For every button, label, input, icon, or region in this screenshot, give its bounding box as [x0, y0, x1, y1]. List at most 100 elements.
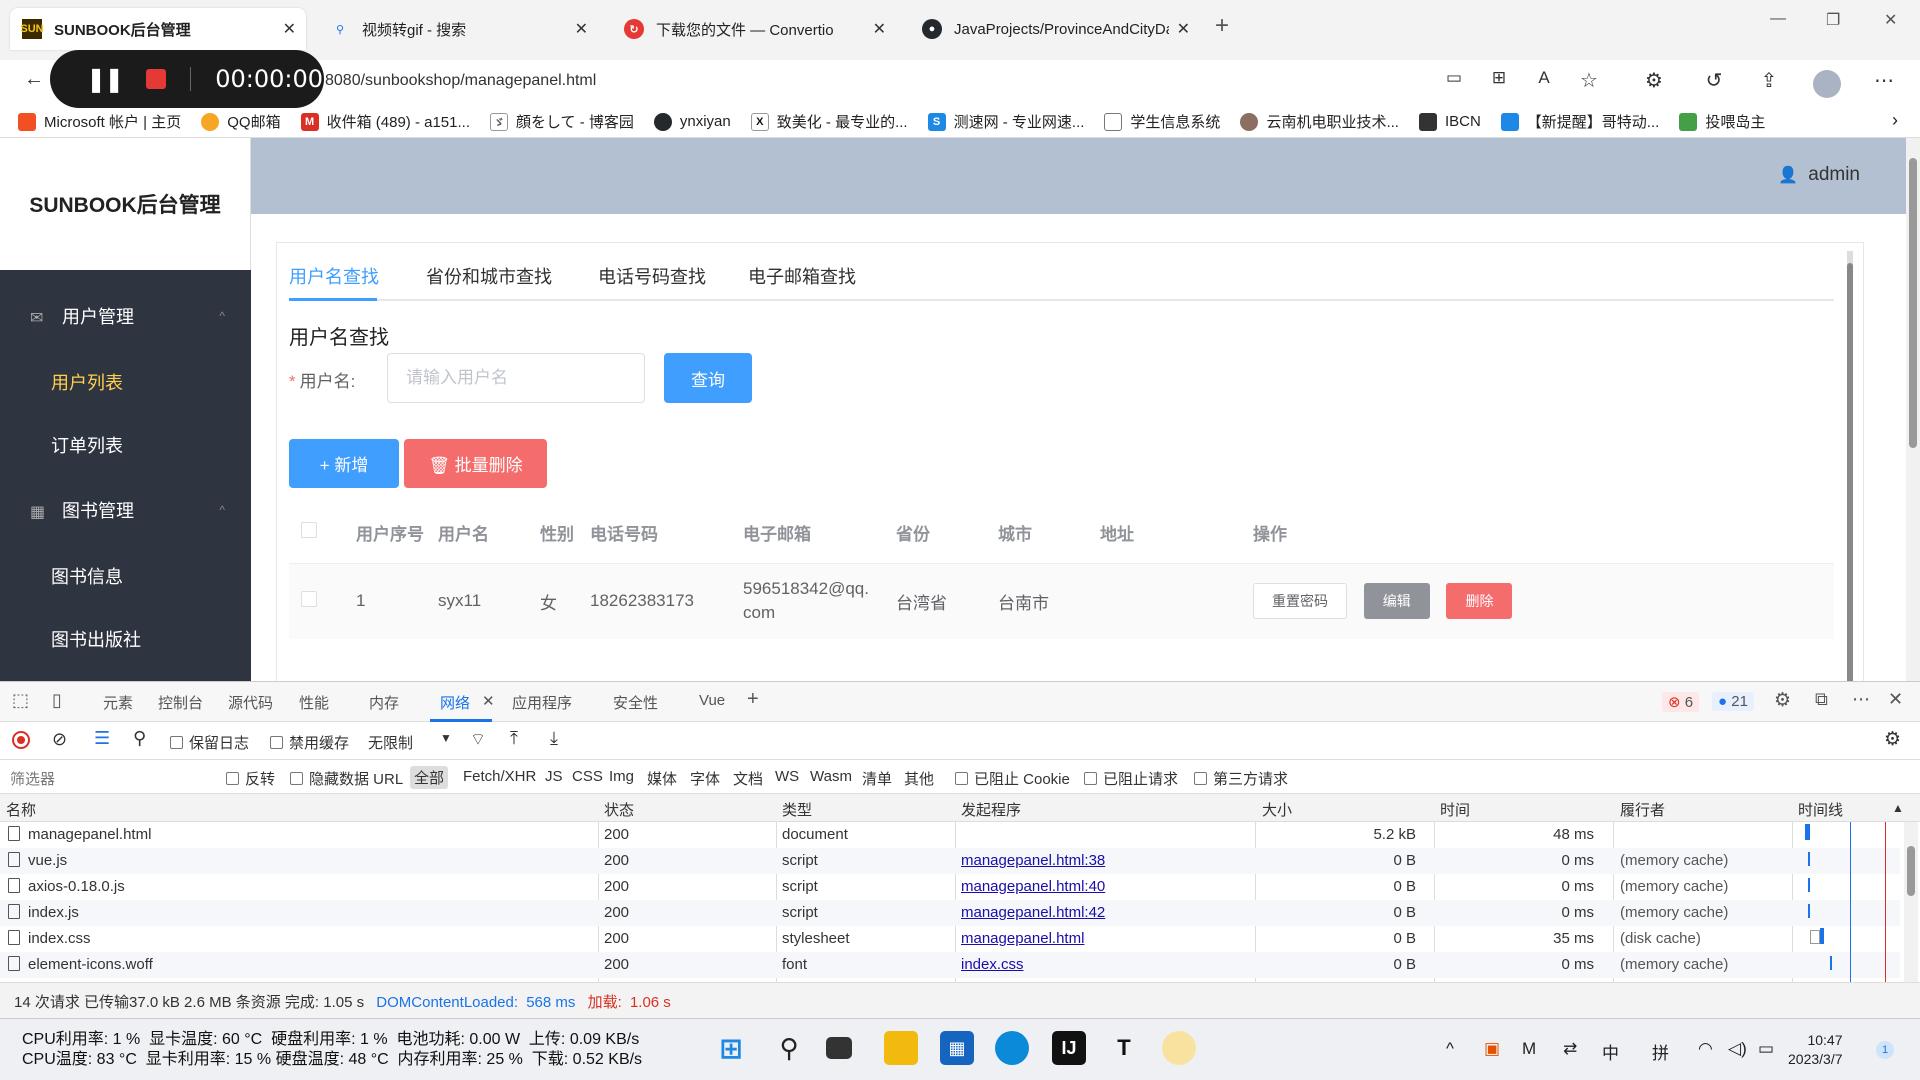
preserve-log-checkbox[interactable]: 保留日志 — [170, 732, 249, 753]
qr-code-icon[interactable]: ⊞ — [1485, 68, 1513, 88]
extensions-icon[interactable]: ⚙ — [1640, 68, 1668, 93]
window-close-icon[interactable]: ✕ — [1884, 10, 1897, 30]
bookmark-item[interactable]: QQ邮箱 — [201, 111, 281, 132]
chevron-down-icon[interactable]: ▼ — [440, 731, 452, 745]
search-icon[interactable]: ⚲ — [133, 728, 146, 749]
request-row[interactable]: vue.js 200 script managepanel.html:38 0 … — [0, 848, 1900, 874]
close-icon[interactable]: ✕ — [283, 19, 296, 39]
menu-item-publisher[interactable]: 图书出版社 — [0, 609, 251, 669]
pause-icon[interactable]: ❚❚ — [86, 65, 124, 94]
device-toggle-icon[interactable]: ▯ — [52, 690, 62, 711]
filter-type-all[interactable]: 全部 — [410, 766, 449, 789]
tray-app-icon[interactable]: ▣ — [1484, 1039, 1500, 1059]
scrollbar-thumb[interactable] — [1847, 263, 1853, 681]
tab-username-search[interactable]: 用户名查找 — [289, 263, 379, 289]
menu-item-order-list[interactable]: 订单列表 — [0, 415, 251, 475]
close-icon[interactable]: ✕ — [482, 692, 495, 710]
scrollbar-thumb[interactable] — [1907, 846, 1915, 896]
filter-type-font[interactable]: 字体 — [690, 768, 720, 789]
request-initiator[interactable]: index.css — [961, 956, 1024, 973]
tab-performance[interactable]: 性能 — [299, 692, 329, 713]
tab-network[interactable]: 网络 — [440, 692, 470, 713]
tab-province-city-search[interactable]: 省份和城市查找 — [426, 263, 552, 289]
close-icon[interactable]: ✕ — [575, 19, 588, 39]
volume-icon[interactable]: ◁) — [1728, 1039, 1747, 1059]
tab-console[interactable]: 控制台 — [158, 692, 203, 713]
user-menu[interactable]: 👤 admin — [1778, 164, 1860, 186]
row-checkbox[interactable] — [301, 590, 317, 607]
stop-recording-icon[interactable] — [146, 69, 167, 89]
network-conditions-icon[interactable]: ⌔ — [470, 729, 486, 750]
notification-icon[interactable]: 1 — [1876, 1041, 1894, 1059]
filter-type-img[interactable]: Img — [609, 768, 634, 785]
bookmark-item[interactable]: IBCN — [1418, 112, 1481, 131]
read-aloud-icon[interactable]: A — [1530, 68, 1558, 88]
request-initiator[interactable]: managepanel.html:38 — [961, 852, 1105, 869]
request-row[interactable]: element-icons.woff 200 font index.css 0 … — [0, 952, 1900, 978]
blocked-requests-checkbox[interactable]: 已阻止请求 — [1084, 768, 1178, 789]
third-party-checkbox[interactable]: 第三方请求 — [1194, 768, 1288, 789]
bookmark-item[interactable]: 学生信息系统 — [1104, 111, 1220, 132]
throttle-select[interactable]: 无限制 — [368, 732, 413, 753]
bookmark-item[interactable]: 云南机电职业技术... — [1240, 111, 1399, 132]
filter-type-ws[interactable]: WS — [775, 768, 799, 785]
bookmark-item[interactable]: 投喂岛主 — [1679, 111, 1765, 132]
request-initiator[interactable]: managepanel.html:42 — [961, 904, 1105, 921]
close-devtools-icon[interactable]: ✕ — [1888, 689, 1903, 710]
windows-start-icon[interactable]: ⊞ — [714, 1031, 748, 1065]
network-settings-icon[interactable]: ⚙ — [1884, 728, 1901, 751]
ime-mode[interactable]: 拼 — [1652, 1039, 1669, 1064]
ime-language[interactable]: 中 — [1602, 1039, 1619, 1064]
bookmark-item[interactable]: ゞ顔をして - 博客园 — [489, 111, 634, 132]
settings-gear-icon[interactable]: ⚙ — [1774, 689, 1791, 712]
file-explorer-icon[interactable] — [884, 1031, 918, 1065]
menu-user-management[interactable]: ✉ 用户管理 ^ — [0, 286, 251, 346]
column-header[interactable]: 时间 — [1440, 799, 1470, 820]
tab-elements[interactable]: 元素 — [103, 692, 133, 713]
add-button[interactable]: + 新增 — [289, 439, 399, 488]
request-row[interactable]: axios-0.18.0.js 200 script managepanel.h… — [0, 874, 1900, 900]
bookmark-item[interactable]: ynxiyan — [653, 112, 731, 131]
column-header[interactable]: 状态 — [604, 799, 634, 820]
request-row[interactable]: managepanel.html 200 document 5.2 kB 48 … — [0, 822, 1900, 848]
filter-type-js[interactable]: JS — [545, 768, 563, 785]
bookmark-item[interactable]: S 测速网 - 专业网速... — [927, 111, 1084, 132]
dock-icon[interactable]: ⧉ — [1815, 689, 1828, 710]
request-initiator[interactable]: managepanel.html — [961, 930, 1084, 947]
share-icon[interactable]: ⇪ — [1755, 68, 1783, 93]
column-header[interactable]: 类型 — [782, 799, 812, 820]
upload-icon[interactable]: ⤒ — [510, 728, 518, 749]
column-header[interactable]: 履行者 — [1620, 799, 1665, 820]
column-header[interactable]: 名称 — [6, 799, 36, 820]
search-icon[interactable]: ⚲ — [772, 1031, 806, 1065]
filter-type-manifest[interactable]: 清单 — [862, 768, 892, 789]
new-tab-button[interactable]: + — [1215, 12, 1229, 40]
username-input[interactable] — [387, 353, 645, 403]
bookmark-item[interactable]: Microsoft 帐户 | 主页 — [18, 111, 181, 132]
chevron-right-icon[interactable]: › — [1892, 110, 1898, 131]
profile-avatar[interactable] — [1813, 70, 1841, 98]
edge-browser-icon[interactable] — [995, 1031, 1029, 1065]
filter-type-css[interactable]: CSS — [572, 768, 603, 785]
query-button[interactable]: 查询 — [664, 353, 752, 403]
filter-icon[interactable]: ☰ — [94, 728, 110, 749]
select-all-checkbox[interactable] — [301, 522, 317, 539]
inspect-icon[interactable]: ⬚ — [12, 690, 29, 711]
filter-type-media[interactable]: 媒体 — [647, 768, 677, 789]
messages-badge[interactable]: ● 21 — [1712, 692, 1754, 711]
browser-tab-sunbook[interactable]: SUN SUNBOOK后台管理 ✕ — [10, 8, 306, 50]
request-row[interactable]: index.css 200 stylesheet managepanel.htm… — [0, 926, 1900, 952]
hide-data-url-checkbox[interactable]: 隐藏数据 URL — [290, 768, 403, 789]
tab-email-search[interactable]: 电子邮箱查找 — [748, 263, 856, 289]
bookmark-item[interactable]: X 致美化 - 最专业的... — [750, 111, 908, 132]
download-icon[interactable]: ⤓ — [550, 728, 558, 749]
minimize-icon[interactable]: — — [1770, 10, 1786, 28]
more-menu-icon[interactable]: ⋯ — [1870, 68, 1898, 93]
chevron-up-icon[interactable]: ^ — [1446, 1039, 1454, 1059]
filter-type-xhr[interactable]: Fetch/XHR — [463, 768, 536, 785]
filter-type-wasm[interactable]: Wasm — [810, 768, 852, 785]
scrollbar-thumb[interactable] — [1909, 158, 1917, 448]
app-available-icon[interactable]: ▭ — [1440, 68, 1468, 88]
batch-delete-button[interactable]: 🗑 批量删除 — [404, 439, 547, 488]
more-icon[interactable]: ⋯ — [1852, 689, 1870, 710]
